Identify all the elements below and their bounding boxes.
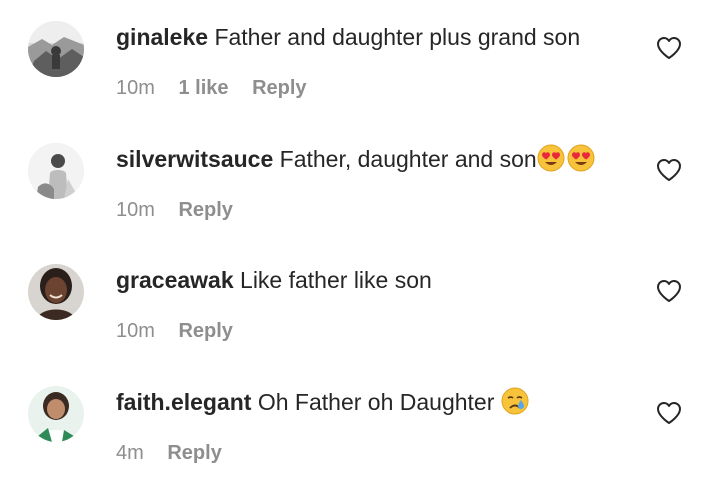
heart-outline-icon[interactable]	[656, 279, 682, 303]
comment-time: 10m	[116, 199, 155, 221]
comment-time: 10m	[116, 320, 155, 342]
comment-line: ginaleke Father and daughter plus grand …	[116, 21, 580, 53]
heart-outline-icon[interactable]	[656, 158, 682, 182]
reply-button[interactable]: Reply	[252, 77, 306, 99]
avatar[interactable]	[28, 264, 84, 320]
comment-item: faith.elegant Oh Father oh Daughter 4m R…	[0, 365, 718, 486]
comment-time: 4m	[116, 442, 144, 464]
comment-text: Like father like son	[240, 267, 432, 293]
comment-text: Oh Father oh Daughter	[257, 389, 501, 415]
comment-username[interactable]: ginaleke	[116, 24, 208, 50]
comment-meta: 10m Reply	[116, 318, 251, 344]
heart-eyes-icon	[537, 144, 565, 172]
comment-username[interactable]: faith.elegant	[116, 389, 251, 415]
heart-outline-icon[interactable]	[656, 401, 682, 425]
comment-item: graceawak Like father like son 10m Reply	[0, 243, 718, 364]
comment-meta: 10m Reply	[116, 197, 251, 223]
reply-button[interactable]: Reply	[178, 320, 232, 342]
heart-outline-icon[interactable]	[656, 36, 682, 60]
comment-line: faith.elegant Oh Father oh Daughter	[116, 386, 529, 418]
comment-meta: 10m 1 like Reply	[116, 75, 325, 101]
comment-item: ginaleke Father and daughter plus grand …	[0, 0, 718, 121]
comment-line: silverwitsauce Father, daughter and son	[116, 143, 595, 175]
comment-line: graceawak Like father like son	[116, 264, 432, 296]
comment-text: Father and daughter plus grand son	[214, 24, 581, 50]
comment-meta: 4m Reply	[116, 440, 240, 466]
comment-username[interactable]: silverwitsauce	[116, 146, 273, 172]
avatar[interactable]	[28, 386, 84, 442]
heart-eyes-icon	[567, 144, 595, 172]
reply-button[interactable]: Reply	[178, 199, 232, 221]
comment-text: Father, daughter and son	[279, 146, 537, 172]
comment-item: silverwitsauce Father, daughter and son …	[0, 122, 718, 243]
crying-face-icon	[501, 387, 529, 415]
reply-button[interactable]: Reply	[167, 442, 221, 464]
comment-username[interactable]: graceawak	[116, 267, 234, 293]
comment-time: 10m	[116, 77, 155, 99]
avatar[interactable]	[28, 21, 84, 77]
avatar[interactable]	[28, 143, 84, 199]
comment-likes[interactable]: 1 like	[178, 77, 228, 99]
